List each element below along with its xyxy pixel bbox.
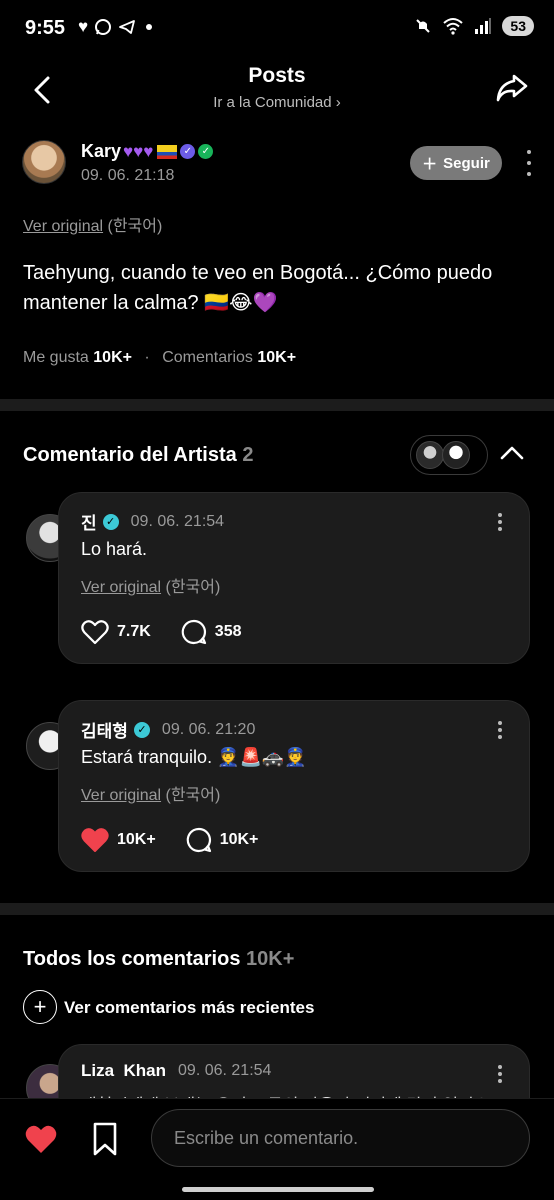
plus-circle-icon[interactable]: +: [23, 990, 57, 1024]
artist-avatars-group[interactable]: [410, 435, 488, 475]
artist-comment-card: 진 ✓ 09. 06. 21:54 Lo hará. Ver original …: [58, 492, 530, 664]
wifi-icon: [443, 18, 464, 35]
heart-filled-icon[interactable]: [24, 1123, 58, 1155]
comment-actions: 7.7K 358: [81, 619, 272, 645]
post-body: Taehyung, cuando te veo en Bogotá... ¿Có…: [23, 258, 526, 318]
commenter-name[interactable]: Liza Khan 09. 06. 21:54: [81, 1061, 271, 1081]
comment-more-options-icon[interactable]: [497, 1065, 503, 1083]
bookmark-icon[interactable]: [90, 1121, 120, 1157]
page-title: Posts: [248, 64, 306, 87]
signal-icon: [475, 18, 492, 34]
view-original-link[interactable]: Ver original: [23, 218, 103, 235]
reply-count: 358: [214, 623, 242, 640]
chevron-up-icon[interactable]: [498, 442, 526, 464]
home-indicator[interactable]: [182, 1187, 374, 1192]
comment-text: Estará tranquilo. 👮🚨🚓👮: [81, 747, 307, 767]
purple-heart-icon: ♥♥♥: [123, 141, 154, 161]
author-name[interactable]: Kary ♥♥♥ ✓ ✓: [81, 141, 214, 162]
post-timestamp: 09. 06. 21:18: [81, 167, 175, 184]
notification-icons: ♥: [78, 17, 153, 37]
chevron-right-icon: ›: [335, 94, 341, 111]
comment-actions: 10K+ 10K+: [81, 827, 288, 853]
comment-timestamp: 09. 06. 21:54: [178, 1062, 272, 1079]
plus-icon: ＋: [422, 155, 438, 173]
artist-mini-avatar: [442, 441, 470, 469]
comment-composer-bar: [0, 1098, 554, 1200]
comments-stat[interactable]: Comentarios 10K+: [162, 349, 296, 366]
comment-text: Lo hará.: [81, 539, 148, 559]
status-bar: 9:55 ♥ 53: [0, 0, 554, 58]
comment-more-options-icon[interactable]: [497, 513, 503, 531]
comment-view-original: Ver original (한국어): [81, 781, 220, 805]
reply-count: 10K+: [219, 831, 259, 848]
view-original-link[interactable]: Ver original: [81, 787, 161, 804]
author-name-text: Kary: [81, 141, 122, 161]
view-recent-comments-link[interactable]: Ver comentarios más recientes: [64, 998, 314, 1018]
comment-timestamp: 09. 06. 21:20: [161, 720, 256, 738]
membership-badge-icon: ✓: [180, 144, 196, 159]
comment-bubble-icon: [186, 827, 211, 853]
reply-button[interactable]: 358: [181, 619, 242, 645]
colombia-flag-icon: [157, 144, 178, 159]
share-icon[interactable]: [494, 70, 530, 106]
go-to-community-link[interactable]: Ir a la Comunidad ›: [0, 94, 554, 111]
original-language: (한국어): [165, 787, 221, 804]
whatsapp-icon: [95, 19, 112, 35]
like-count: 7.7K: [117, 623, 151, 640]
comment-view-original: Ver original (한국어): [81, 573, 220, 597]
original-language: (한국어): [165, 579, 221, 596]
verified-check-icon: ✓: [102, 513, 119, 530]
artist-comments-title: Comentario del Artista 2: [23, 444, 254, 466]
comment-more-options-icon[interactable]: [497, 721, 503, 739]
artist-comment-card: 김태형 ✓ 09. 06. 21:20 Estará tranquilo. 👮🚨…: [58, 700, 530, 872]
post-author-row: Kary ♥♥♥ ✓ ✓ 09. 06. 21:18 ＋ Seguir: [22, 140, 532, 190]
battery-icon: 53: [502, 16, 534, 36]
comment-bubble-icon: [181, 619, 206, 645]
more-notifications-dot: [146, 24, 153, 30]
follow-label: Seguir: [443, 154, 490, 172]
post-more-options-icon[interactable]: [526, 150, 532, 176]
section-divider: [0, 903, 554, 915]
post-text-line: Taehyung, cuando te veo en Bogotá... ¿Có…: [23, 262, 493, 284]
system-icons: 53: [414, 16, 534, 36]
like-count: 10K+: [117, 831, 156, 848]
reply-button[interactable]: 10K+: [186, 827, 259, 853]
post-text-line: mantener la calma? 🇨🇴😂💜: [23, 292, 278, 314]
telegram-icon: [119, 20, 135, 34]
comment-timestamp: 09. 06. 21:54: [130, 512, 225, 530]
original-language: (한국어): [107, 218, 163, 235]
heart-filled-icon: [81, 828, 109, 852]
mute-icon: [416, 19, 431, 33]
like-button[interactable]: 10K+: [81, 827, 156, 853]
status-time: 9:55: [25, 17, 66, 39]
like-button[interactable]: 7.7K: [81, 619, 151, 645]
top-navigation: Posts Ir a la Comunidad ›: [0, 58, 554, 128]
view-original-link[interactable]: Ver original: [81, 579, 161, 596]
likes-stat[interactable]: Me gusta 10K+: [23, 349, 132, 366]
separator: ·: [144, 349, 150, 366]
community-link-label: Ir a la Comunidad: [213, 94, 332, 111]
commenter-name[interactable]: 김태형 ✓ 09. 06. 21:20: [81, 717, 255, 742]
heart-notification-icon: ♥: [78, 17, 89, 36]
post-view-original: Ver original (한국어): [23, 212, 162, 236]
verified-badge-icon: ✓: [198, 144, 214, 159]
author-avatar[interactable]: [22, 140, 66, 184]
verified-check-icon: ✓: [133, 721, 150, 738]
comment-input[interactable]: [151, 1109, 530, 1167]
all-comments-title: Todos los comentarios 10K+: [23, 948, 295, 970]
follow-button[interactable]: ＋ Seguir: [410, 146, 502, 180]
heart-outline-icon: [81, 620, 109, 645]
post-stats: Me gusta 10K+ · Comentarios 10K+: [23, 349, 296, 367]
artist-mini-avatar: [416, 441, 444, 469]
section-divider: [0, 399, 554, 411]
commenter-name[interactable]: 진 ✓ 09. 06. 21:54: [81, 509, 224, 534]
